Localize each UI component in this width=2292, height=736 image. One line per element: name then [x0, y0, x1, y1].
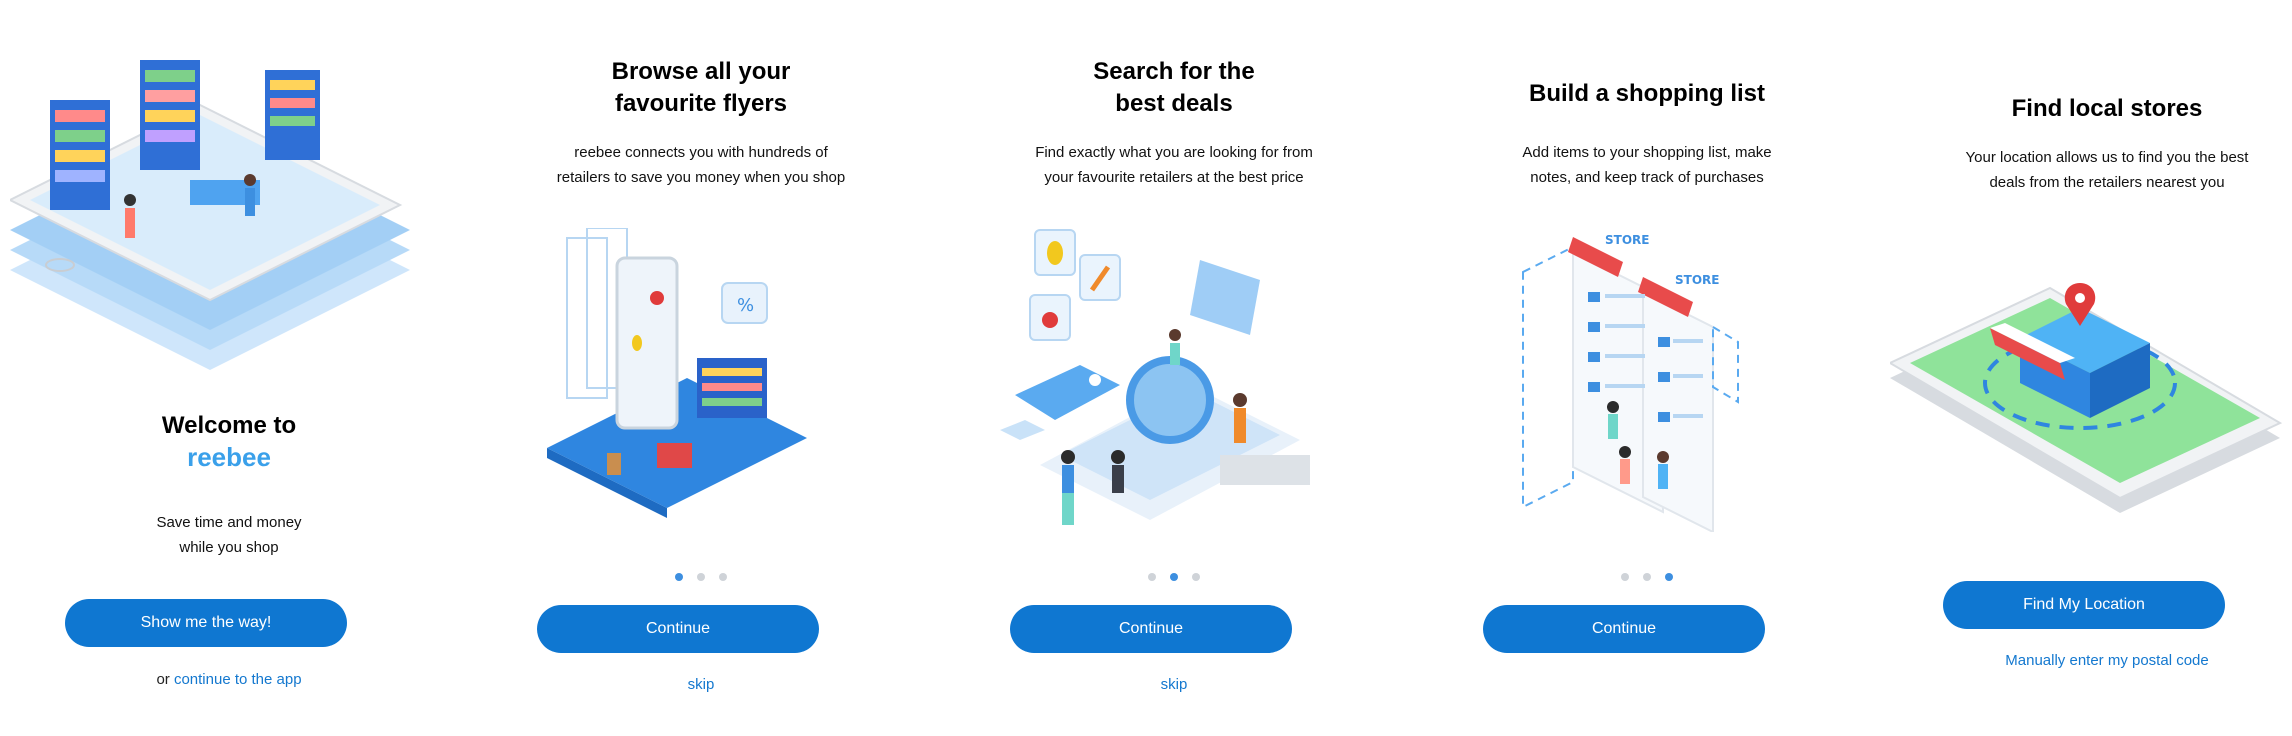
page-dot[interactable]: [1621, 573, 1629, 581]
store-label: STORE: [1605, 233, 1649, 247]
skip-link[interactable]: skip: [945, 676, 1403, 693]
panel-description: reebee connects you with hundreds of ret…: [472, 140, 930, 190]
location-store-icon: [1890, 283, 2283, 513]
description-line: Add items to your shopping list, make: [1522, 144, 1772, 161]
description-line: retailers to save you money when you sho…: [556, 169, 846, 186]
continue-to-app-link[interactable]: continue to the app: [174, 671, 302, 688]
link-prefix: or: [156, 671, 170, 688]
page-dot[interactable]: [1192, 573, 1200, 581]
panel-description: Find exactly what you are looking for fr…: [945, 140, 1403, 190]
page-dot[interactable]: [1148, 573, 1156, 581]
continue-button[interactable]: Continue: [537, 605, 819, 653]
title-line: Browse all your: [611, 58, 791, 85]
onboarding-panel-local-stores: Find local stores Your location allows u…: [1878, 0, 2292, 736]
svg-text:%: %: [737, 295, 754, 316]
panel-title: Browse all your favourite flyers: [472, 56, 930, 120]
title-line: best deals: [1115, 90, 1233, 117]
skip-link[interactable]: skip: [472, 676, 930, 693]
title-line: Build a shopping list: [1529, 80, 1765, 107]
panel-title: Search for the best deals: [945, 56, 1403, 120]
brand-logo-text: reebee: [187, 442, 271, 472]
title-line: Search for the: [1093, 58, 1255, 85]
onboarding-panel-shopping-list: Build a shopping list Add items to your …: [1418, 0, 1876, 736]
page-dot[interactable]: [719, 573, 727, 581]
description-line: notes, and keep track of purchases: [1530, 169, 1764, 186]
description-line: Save time and money: [156, 514, 302, 531]
welcome-title: Welcome to reebee: [0, 410, 458, 472]
panel-title: Find local stores: [1878, 93, 2292, 125]
manual-postal-code-link[interactable]: Manually enter my postal code: [1878, 652, 2292, 669]
title-line: favourite flyers: [614, 90, 788, 117]
description-line: while you shop: [179, 539, 279, 556]
description-line: Your location allows us to find you the …: [1965, 149, 2249, 166]
continue-button[interactable]: Continue: [1010, 605, 1292, 653]
panel-title: Build a shopping list: [1418, 78, 1876, 110]
show-me-the-way-button[interactable]: Show me the way!: [65, 599, 347, 647]
description-line: your favourite retailers at the best pri…: [1044, 169, 1304, 186]
continue-to-app-row: or continue to the app: [0, 671, 458, 688]
flyers-phone-icon: %: [547, 228, 807, 518]
onboarding-panel-welcome: Welcome to reebee Save time and money wh…: [0, 0, 458, 736]
store-label: STORE: [1675, 273, 1719, 287]
magnifier-deals-icon: [1000, 229, 1310, 525]
panel-description: Your location allows us to find you the …: [1878, 145, 2292, 195]
page-indicator: [945, 573, 1403, 583]
shopping-list-icon: STORE STORE: [1522, 233, 1739, 532]
page-dot[interactable]: [1665, 573, 1673, 581]
page-dot[interactable]: [697, 573, 705, 581]
description-line: reebee connects you with hundreds of: [574, 144, 828, 161]
page-indicator: [1418, 573, 1876, 583]
title-line: Find local stores: [2011, 95, 2203, 122]
isometric-phone-store-icon: [10, 60, 410, 370]
welcome-title-text: Welcome to: [161, 412, 297, 439]
find-my-location-button[interactable]: Find My Location: [1943, 581, 2225, 629]
welcome-description: Save time and money while you shop: [0, 510, 458, 560]
page-indicator: [472, 573, 930, 583]
description-line: deals from the retailers nearest you: [1989, 174, 2225, 191]
continue-button[interactable]: Continue: [1483, 605, 1765, 653]
page-dot[interactable]: [1643, 573, 1651, 581]
page-dot[interactable]: [1170, 573, 1178, 581]
onboarding-panel-deals: Search for the best deals Find exactly w…: [945, 0, 1403, 736]
description-line: Find exactly what you are looking for fr…: [1035, 144, 1313, 161]
onboarding-panel-flyers: Browse all your favourite flyers reebee …: [472, 0, 930, 736]
page-dot[interactable]: [675, 573, 683, 581]
panel-description: Add items to your shopping list, make no…: [1418, 140, 1876, 190]
